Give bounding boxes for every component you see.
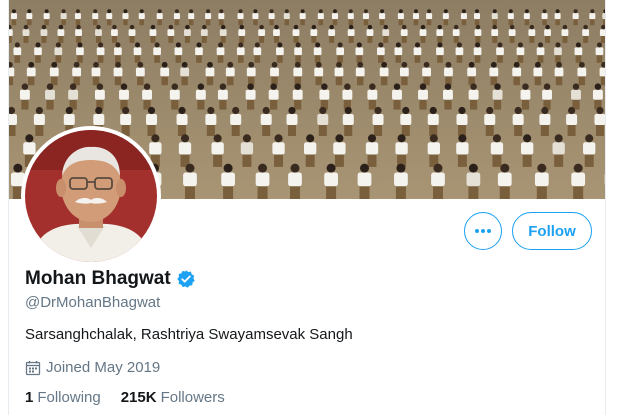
joined-text: Joined May 2019 <box>46 359 161 376</box>
following-count: 1 <box>25 389 34 406</box>
profile-card: Follow Mohan Bhagwat @DrMohanBhagwat Sar… <box>8 0 606 415</box>
followers-label: Followers <box>160 389 225 406</box>
name-row: Mohan Bhagwat <box>25 268 196 290</box>
joined-date: Joined May 2019 <box>25 359 160 376</box>
display-name: Mohan Bhagwat <box>25 268 171 289</box>
more-options-button[interactable] <box>464 212 502 250</box>
bio: Sarsanghchalak, Rashtriya Swayamsevak Sa… <box>25 326 353 343</box>
more-icon <box>475 229 491 233</box>
user-handle: @DrMohanBhagwat <box>25 294 161 311</box>
stats-row: 1 Following 215K Followers <box>25 389 245 406</box>
follow-button[interactable]: Follow <box>512 212 592 250</box>
calendar-icon <box>25 360 41 376</box>
verified-badge-icon <box>176 269 196 289</box>
following-link[interactable]: 1 Following <box>25 389 101 406</box>
followers-count: 215K <box>120 389 157 406</box>
following-label: Following <box>37 389 101 406</box>
followers-link[interactable]: 215K Followers <box>121 389 225 406</box>
avatar[interactable] <box>21 126 161 266</box>
